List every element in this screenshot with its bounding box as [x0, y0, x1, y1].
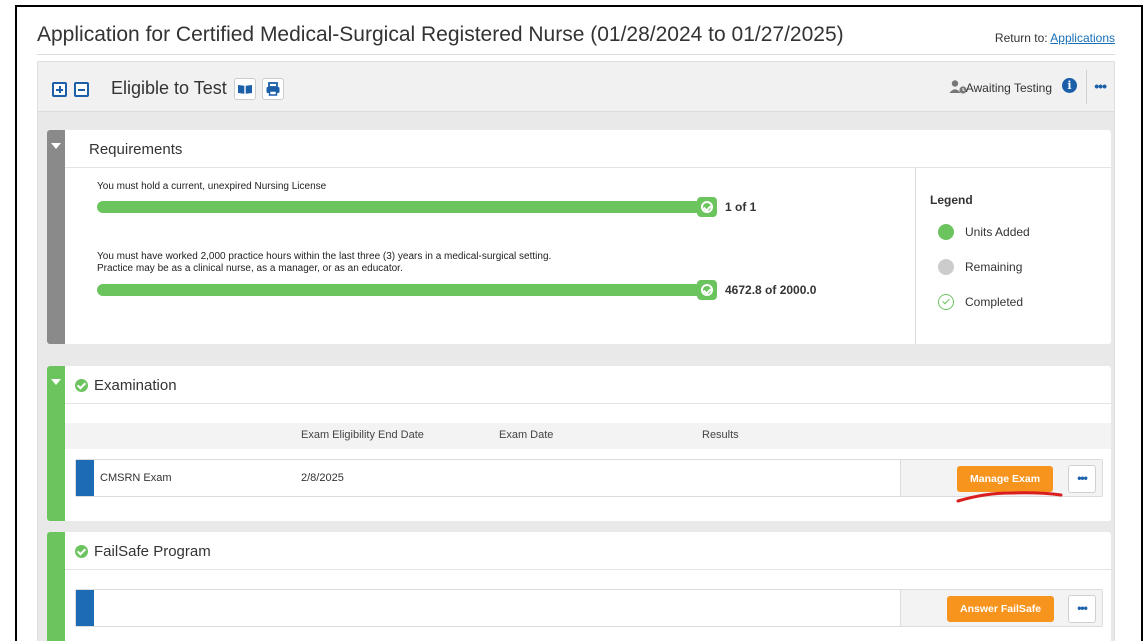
column-header: Exam Eligibility End Date — [301, 429, 424, 441]
title-row: Application for Certified Medical-Surgic… — [37, 21, 1115, 55]
status-bar: Eligible to Test Awaiting Testing i ••• — [38, 62, 1114, 112]
legend-title: Legend — [930, 193, 973, 207]
failsafe-header: FailSafe Program — [65, 532, 1111, 570]
row-actions: Answer FailSafe ••• — [900, 590, 1102, 626]
eligibility-end-date: 2/8/2025 — [301, 472, 344, 484]
column-header: Results — [702, 429, 739, 441]
table-row: CMSRN Exam 2/8/2025 Manage Exam ••• — [75, 459, 1103, 497]
check-circle-icon — [697, 280, 717, 300]
applications-link[interactable]: Applications — [1050, 31, 1115, 45]
requirements-collapse-bar[interactable] — [47, 130, 65, 344]
table-row: Answer FailSafe ••• — [75, 589, 1103, 627]
return-link-container: Return to: Applications — [995, 31, 1115, 45]
requirements-header: Requirements — [65, 130, 1111, 168]
examination-title: Examination — [94, 377, 177, 394]
check-circle-icon — [75, 545, 88, 558]
requirements-title: Requirements — [89, 141, 183, 158]
requirement-text: You must hold a current, unexpired Nursi… — [97, 181, 327, 192]
caret-down-icon — [51, 379, 61, 385]
failsafe-collapse-bar[interactable] — [47, 532, 65, 641]
application-frame: Application for Certified Medical-Surgic… — [15, 5, 1143, 641]
gray-dot-icon — [938, 259, 954, 275]
requirements-panel: Requirements You must hold a current, un… — [47, 130, 1111, 344]
row-actions: Manage Exam ••• — [900, 460, 1102, 496]
ellipsis-icon[interactable]: ••• — [1068, 595, 1096, 623]
legend-label: Completed — [965, 295, 1024, 309]
minus-square-icon[interactable] — [74, 82, 89, 97]
green-dot-icon — [938, 224, 954, 240]
examination-header: Examination — [65, 366, 1111, 404]
page-title: Application for Certified Medical-Surgic… — [37, 23, 844, 46]
status-title: Eligible to Test — [111, 78, 227, 98]
legend: Legend Units Added Remaining Completed — [915, 168, 1111, 344]
check-circle-icon — [75, 379, 88, 392]
requirement-text: Practice may be as a clinical nurse, as … — [97, 263, 403, 274]
check-circle-icon — [697, 197, 717, 217]
return-prefix: Return to: — [994, 31, 1048, 45]
legend-label: Remaining — [965, 260, 1023, 274]
answer-failsafe-button[interactable]: Answer FailSafe — [947, 596, 1055, 622]
progress-bar — [97, 284, 717, 296]
book-button[interactable] — [234, 78, 256, 100]
column-header: Exam Date — [499, 429, 554, 441]
book-icon — [238, 85, 252, 94]
manage-exam-button[interactable]: Manage Exam — [957, 466, 1054, 492]
progress-label: 4672.8 of 2000.0 — [725, 283, 817, 297]
status-divider — [1086, 70, 1087, 104]
info-icon[interactable]: i — [1062, 78, 1077, 93]
caret-down-icon — [51, 143, 61, 149]
failsafe-title: FailSafe Program — [94, 543, 211, 560]
status-badge: Awaiting Testing — [965, 81, 1052, 95]
print-button[interactable] — [262, 78, 284, 100]
progress-label: 1 of 1 — [725, 200, 757, 214]
ellipsis-icon[interactable]: ••• — [1094, 78, 1107, 94]
row-marker — [76, 590, 94, 626]
exam-name: CMSRN Exam — [100, 472, 172, 484]
ellipsis-icon[interactable]: ••• — [1068, 465, 1096, 493]
check-circle-outline-icon — [938, 294, 954, 310]
failsafe-panel: FailSafe Program Answer FailSafe ••• — [47, 532, 1111, 641]
plus-square-icon[interactable] — [52, 82, 67, 97]
application-panel: Eligible to Test Awaiting Testing i ••• … — [37, 61, 1115, 641]
legend-label: Units Added — [965, 225, 1030, 239]
examination-collapse-bar[interactable] — [47, 366, 65, 521]
progress-bar — [97, 201, 717, 213]
requirement-text: You must have worked 2,000 practice hour… — [97, 251, 552, 262]
examination-panel: Examination Exam Eligibility End Date Ex… — [47, 366, 1111, 521]
table-header: Exam Eligibility End Date Exam Date Resu… — [65, 423, 1111, 449]
print-icon — [266, 82, 280, 96]
row-marker — [76, 460, 94, 496]
